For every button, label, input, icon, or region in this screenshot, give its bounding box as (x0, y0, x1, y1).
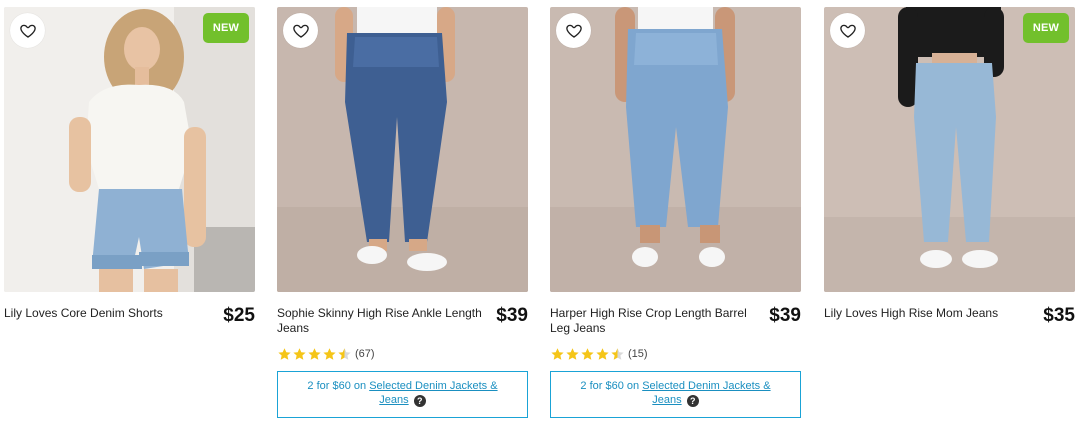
wishlist-button[interactable] (10, 13, 45, 48)
star-icon (551, 347, 564, 360)
product-name[interactable]: Sophie Skinny High Rise Ankle Length Jea… (277, 306, 482, 336)
question-icon[interactable]: ? (686, 395, 699, 407)
product-card[interactable]: NEW Lily Loves Core Denim Shorts $25 (4, 7, 255, 339)
star-rating (550, 347, 625, 362)
star-icon (596, 347, 609, 360)
product-price: $35 (1043, 305, 1075, 326)
promo-prefix: 2 for $60 on (580, 380, 640, 392)
star-icon (293, 347, 306, 360)
new-badge: NEW (203, 13, 249, 43)
rating[interactable]: (67) (277, 346, 528, 362)
star-rating (277, 347, 352, 362)
product-card[interactable]: Sophie Skinny High Rise Ankle Length Jea… (277, 7, 528, 418)
star-icon (566, 347, 579, 360)
star-icon (308, 347, 321, 360)
review-count: (15) (628, 348, 648, 360)
product-price: $39 (769, 305, 801, 326)
star-icon (581, 347, 594, 360)
star-icon (611, 347, 624, 360)
product-image[interactable] (277, 7, 528, 292)
new-badge: NEW (1023, 13, 1069, 43)
product-photo (550, 7, 801, 292)
heart-icon (565, 24, 582, 38)
product-photo (4, 7, 255, 292)
product-name[interactable]: Lily Loves High Rise Mom Jeans (824, 306, 1029, 321)
product-card[interactable]: NEW Lily Loves High Rise Mom Jeans $35 (824, 7, 1075, 339)
promo-prefix: 2 for $60 on (307, 380, 367, 392)
heart-icon (19, 24, 36, 38)
product-photo (277, 7, 528, 292)
product-name[interactable]: Lily Loves Core Denim Shorts (4, 306, 209, 321)
product-image[interactable] (550, 7, 801, 292)
product-image[interactable]: NEW (4, 7, 255, 292)
product-price: $39 (496, 305, 528, 326)
product-grid: NEW Lily Loves Core Denim Shorts $25 Sop… (0, 0, 1080, 426)
rating[interactable]: (15) (550, 346, 801, 362)
promo-link[interactable]: Selected Denim Jackets & (369, 380, 497, 392)
product-photo (824, 7, 1075, 292)
promo-link-cont[interactable]: Jeans (652, 394, 681, 406)
question-icon[interactable]: ? (413, 395, 426, 407)
wishlist-button[interactable] (830, 13, 865, 48)
wishlist-button[interactable] (283, 13, 318, 48)
product-name[interactable]: Harper High Rise Crop Length Barrel Leg … (550, 306, 755, 336)
star-icon (323, 347, 336, 360)
heart-icon (839, 24, 856, 38)
promo-link[interactable]: Selected Denim Jackets & (642, 380, 770, 392)
promo-link-cont[interactable]: Jeans (379, 394, 408, 406)
promo-box: 2 for $60 on Selected Denim Jackets & Je… (277, 371, 528, 418)
product-card[interactable]: Harper High Rise Crop Length Barrel Leg … (550, 7, 801, 418)
product-image[interactable]: NEW (824, 7, 1075, 292)
star-icon (278, 347, 291, 360)
product-price: $25 (223, 305, 255, 326)
star-icon (338, 347, 351, 360)
wishlist-button[interactable] (556, 13, 591, 48)
promo-box: 2 for $60 on Selected Denim Jackets & Je… (550, 371, 801, 418)
review-count: (67) (355, 348, 375, 360)
heart-icon (292, 24, 309, 38)
